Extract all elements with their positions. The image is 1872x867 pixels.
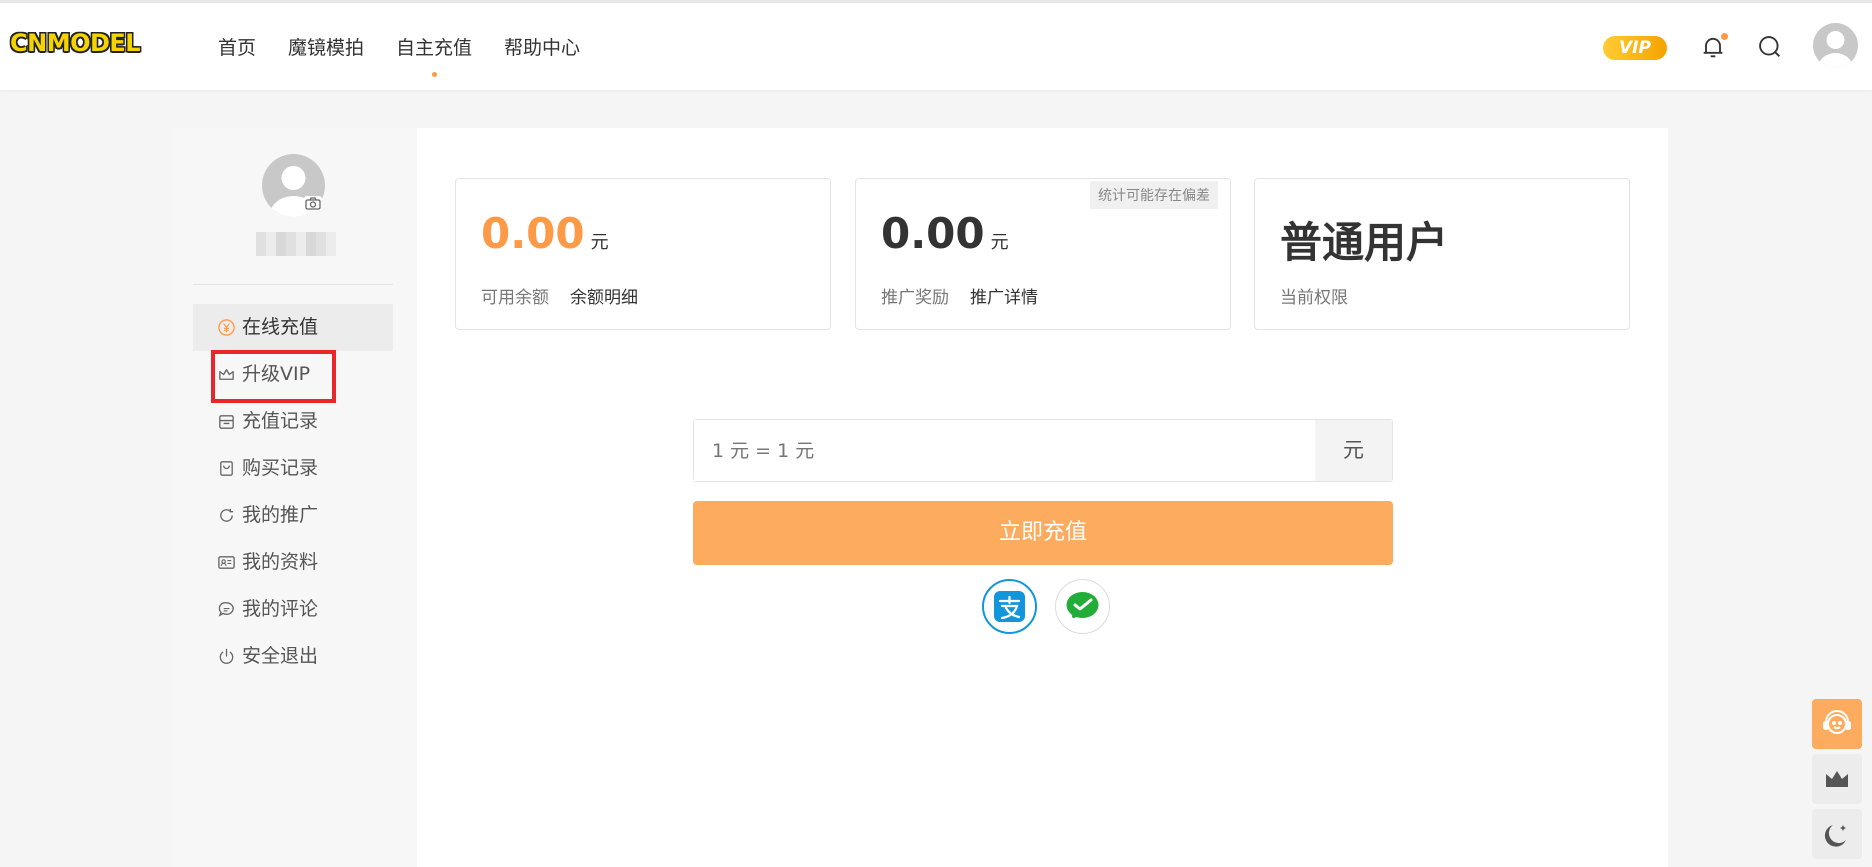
balance-card: 0.00 元 可用余额 余额明细 xyxy=(455,178,831,330)
id-card-icon xyxy=(218,556,235,569)
balance-value: 0.00 元 xyxy=(481,209,609,258)
wechat-pay-icon xyxy=(1066,592,1099,618)
camera-icon[interactable] xyxy=(304,196,322,211)
alipay-icon xyxy=(994,591,1025,622)
search-icon[interactable] xyxy=(1756,33,1784,61)
sidebar-item-recharge-records[interactable]: 充值记录 xyxy=(193,398,393,445)
main-nav: 首页 魔镜模拍 自主充值 帮助中心 xyxy=(218,3,612,93)
username-blurred xyxy=(256,232,336,256)
sidebar-item-label: 我的推广 xyxy=(242,504,319,526)
sidebar-divider xyxy=(193,284,393,285)
amount-unit: 元 xyxy=(1315,420,1392,481)
nav-mirror-shoot[interactable]: 魔镜模拍 xyxy=(288,3,364,93)
level-label: 当前权限 xyxy=(1280,288,1348,308)
bag-icon xyxy=(220,461,233,476)
level-value: 普通用户 xyxy=(1280,218,1449,267)
customer-service-icon xyxy=(1823,710,1851,734)
sidebar-item-label: 安全退出 xyxy=(242,645,319,667)
level-card: 普通用户 当前权限 xyxy=(1254,178,1630,330)
sidebar-item-my-profile[interactable]: 我的资料 xyxy=(193,539,393,586)
moon-icon xyxy=(1824,825,1846,847)
comment-icon xyxy=(218,602,234,617)
wechat-pay-option[interactable] xyxy=(1055,579,1110,634)
balance-unit: 元 xyxy=(590,232,609,253)
user-sidebar: 在线充值 升级VIP 充值记录 购买记录 我的推广 我的资料 我的评论 安全退出 xyxy=(170,128,417,867)
logo[interactable]: CNMODEL xyxy=(10,29,141,57)
reward-unit: 元 xyxy=(990,232,1009,253)
dark-mode-button[interactable] xyxy=(1812,809,1862,859)
alipay-option[interactable] xyxy=(982,579,1037,634)
bell-icon[interactable] xyxy=(1699,33,1728,61)
sidebar-item-label: 我的资料 xyxy=(242,551,319,573)
vip-badge[interactable]: VIP xyxy=(1603,36,1667,60)
sidebar-item-my-promotion[interactable]: 我的推广 xyxy=(193,492,393,539)
annotation-highlight-box xyxy=(211,350,336,403)
sidebar-item-label: 充值记录 xyxy=(242,410,319,432)
promotion-details-link[interactable]: 推广详情 xyxy=(970,283,1038,308)
user-avatar[interactable] xyxy=(1813,23,1858,68)
yuan-icon xyxy=(218,319,235,336)
sidebar-item-label: 在线充值 xyxy=(242,316,319,338)
sidebar-item-my-comments[interactable]: 我的评论 xyxy=(193,586,393,633)
nav-home[interactable]: 首页 xyxy=(218,3,256,93)
main-content: 0.00 元 可用余额 余额明细 统计可能存在偏差 0.00 元 推广奖励 推广详情… xyxy=(417,128,1668,867)
sidebar-item-online-recharge[interactable]: 在线充值 xyxy=(193,304,393,351)
nav-recharge[interactable]: 自主充值 xyxy=(396,3,472,93)
power-icon xyxy=(219,648,234,664)
reward-label: 推广奖励 xyxy=(881,288,949,308)
customer-service-button[interactable] xyxy=(1812,699,1862,749)
amount-input[interactable] xyxy=(694,420,1315,481)
share-icon xyxy=(220,508,234,522)
sidebar-item-logout[interactable]: 安全退出 xyxy=(193,633,393,680)
top-header: CNMODEL 首页 魔镜模拍 自主充值 帮助中心 xyxy=(0,0,1872,90)
sidebar-item-purchase-records[interactable]: 购买记录 xyxy=(193,445,393,492)
sidebar-item-label: 购买记录 xyxy=(242,457,319,479)
notification-dot xyxy=(1721,33,1728,40)
reward-value: 0.00 元 xyxy=(881,209,1009,258)
nav-help-center[interactable]: 帮助中心 xyxy=(504,3,580,93)
stats-note: 统计可能存在偏差 xyxy=(1090,181,1218,209)
reward-card: 统计可能存在偏差 0.00 元 推广奖励 推广详情 xyxy=(855,178,1231,330)
balance-details-link[interactable]: 余额明细 xyxy=(570,283,638,308)
amount-field-group: 元 xyxy=(693,419,1393,482)
balance-label: 可用余额 xyxy=(481,288,549,308)
crown-icon xyxy=(1826,771,1848,787)
recharge-now-button[interactable]: 立即充值 xyxy=(693,501,1393,565)
wallet-icon xyxy=(219,415,234,429)
sidebar-item-label: 我的评论 xyxy=(242,598,319,620)
vip-float-button[interactable] xyxy=(1812,754,1862,804)
